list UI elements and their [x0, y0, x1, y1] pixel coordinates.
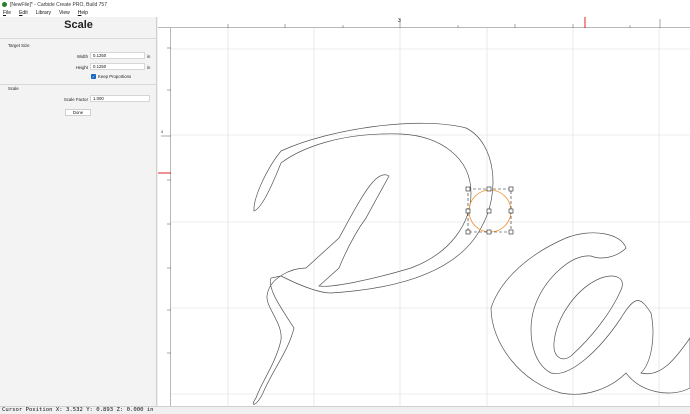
grid — [171, 28, 690, 406]
height-field[interactable]: 0.1250 — [90, 63, 145, 70]
menu-help[interactable]: Help — [78, 10, 88, 16]
resize-handle-e[interactable] — [508, 208, 514, 214]
menu-file[interactable]: File — [3, 10, 11, 16]
resize-handle-se[interactable] — [508, 229, 514, 235]
panel-title: Scale — [64, 19, 93, 31]
design-canvas[interactable] — [171, 28, 690, 406]
resize-handle-s[interactable] — [486, 229, 492, 235]
width-label: Width — [77, 54, 88, 59]
width-unit: in — [147, 54, 151, 59]
center-handle[interactable] — [486, 208, 492, 214]
keep-proportions-checkbox[interactable]: ✓ — [91, 74, 96, 79]
scale-factor-label: Scale Factor — [63, 97, 88, 102]
target-size-label: Target Size — [8, 43, 30, 48]
resize-handle-ne[interactable] — [508, 186, 514, 192]
menu-edit[interactable]: Edit — [19, 10, 28, 16]
ruler-top-label: 3 — [398, 18, 401, 24]
divider — [0, 84, 157, 85]
keep-proportions-label: Keep Proportions — [98, 74, 132, 79]
check-icon: ✓ — [91, 74, 96, 79]
ruler-left-ticks — [158, 47, 171, 354]
title-bar: [NewFile]* - Carbide Create PRO, Build 7… — [0, 0, 690, 9]
ruler-left: 4 — [158, 28, 171, 406]
scale-panel: Scale Target Size Width 0.1250 in Height… — [0, 17, 157, 406]
done-button[interactable]: Done — [65, 109, 91, 116]
ruler-top-ticks — [227, 17, 661, 28]
window-title: [NewFile]* - Carbide Create PRO, Build 7… — [10, 1, 107, 8]
ruler-left-label: 4 — [161, 130, 163, 134]
resize-handle-n[interactable] — [486, 186, 492, 192]
menu-view[interactable]: View — [59, 10, 70, 16]
divider — [0, 38, 157, 39]
resize-handle-sw[interactable] — [465, 229, 471, 235]
height-label: Height — [75, 65, 88, 70]
app-logo-icon — [2, 2, 7, 7]
height-unit: in — [147, 65, 151, 70]
scale-section-label: Scale — [8, 86, 19, 91]
menu-library[interactable]: Library — [36, 10, 51, 16]
canvas-drawing[interactable] — [171, 28, 690, 406]
status-bar: Cursor Position X: 3.532 Y: 0.893 Z: 0.0… — [0, 406, 690, 414]
script-text-outline[interactable] — [252, 122, 690, 405]
width-field[interactable]: 0.1250 — [90, 52, 145, 59]
resize-handle-w[interactable] — [465, 208, 471, 214]
resize-handle-nw[interactable] — [465, 186, 471, 192]
selection-box[interactable] — [465, 186, 514, 235]
ruler-top: 3 — [158, 17, 690, 28]
scale-factor-field[interactable]: 1.000 — [90, 95, 150, 102]
menu-bar: File Edit Library View Help — [0, 9, 690, 17]
app-window: [NewFile]* - Carbide Create PRO, Build 7… — [0, 0, 690, 414]
